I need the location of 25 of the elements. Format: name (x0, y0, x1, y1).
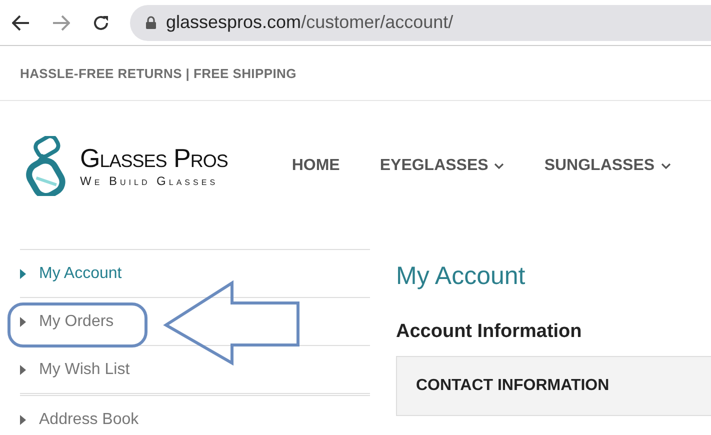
sidebar-link[interactable]: My Wish List (39, 360, 130, 378)
panel-title: CONTACT INFORMATION (416, 377, 610, 395)
caret-icon (20, 414, 26, 424)
reload-icon[interactable] (92, 14, 110, 32)
address-bar[interactable]: glassespros.com/customer/account/ (130, 4, 711, 40)
chevron-down-icon (660, 162, 671, 170)
lock-icon (146, 16, 156, 29)
sidebar-link[interactable]: Address Book (39, 410, 139, 428)
sidebar-link[interactable]: My Account (39, 264, 122, 282)
caret-icon (20, 364, 26, 374)
page-title: My Account (396, 262, 526, 291)
nav-dropdown[interactable]: SUNGLASSES (544, 157, 671, 175)
sidebar-link[interactable]: My Orders (39, 312, 114, 330)
logo-name: Glasses Pros (80, 143, 228, 173)
back-icon[interactable] (12, 14, 30, 30)
url-text: glassespros.com/customer/account/ (166, 12, 454, 33)
promo-text: HASSLE-FREE RETURNS | FREE SHIPPING (20, 66, 296, 80)
forward-icon[interactable] (52, 14, 70, 30)
section-title: Account Information (396, 321, 583, 343)
caret-icon (20, 268, 26, 278)
chevron-down-icon (494, 162, 504, 170)
nav-link[interactable]: HOME (292, 157, 340, 175)
caret-icon (20, 316, 26, 326)
nav-dropdown[interactable]: EYEGLASSES (380, 157, 504, 175)
logo-tagline: We Build Glasses (80, 173, 220, 189)
